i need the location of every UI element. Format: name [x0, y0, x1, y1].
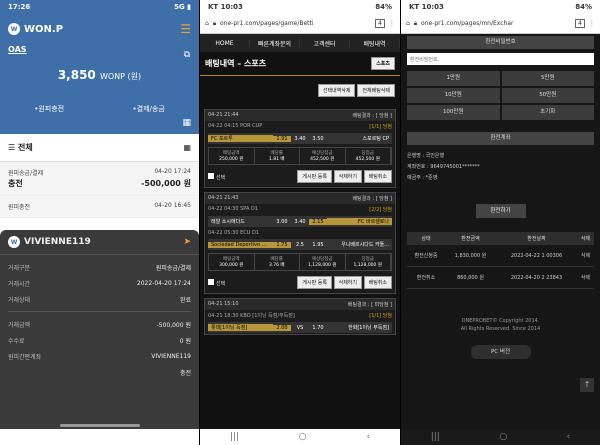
detail-row: 거래시간 2022-04-20 17:24	[8, 279, 191, 288]
cancel-bet-button[interactable]: 배팅취소	[363, 276, 392, 289]
modal-title: VIVIENNE119	[24, 237, 91, 247]
delete-button[interactable]: 삭제	[576, 245, 594, 267]
list-item[interactable]: 원피송금/결제 04-20 17:24 충전 -500,000 원	[0, 162, 199, 196]
delete-button[interactable]: 삭제하기	[333, 170, 362, 183]
android-nav: ||| ○ ‹	[401, 429, 600, 445]
filter-row[interactable]: ☰ 전체 ▦	[0, 134, 199, 162]
pc-version-button[interactable]: PC 버전	[470, 345, 531, 359]
recents-icon[interactable]: |||	[230, 432, 239, 442]
tab-count[interactable]: 4	[575, 19, 585, 28]
address-bar[interactable]: ⌂ 🔒︎ one-pr1.com/pages/mn/Exchar 4 ⋮	[401, 14, 600, 34]
tab-count[interactable]: 4	[375, 19, 385, 28]
send-icon[interactable]: ➤	[183, 237, 191, 247]
detail-row: 거래금액 -500,000 원	[8, 321, 191, 329]
amount-100k-button[interactable]: 10만원	[407, 88, 500, 103]
android-nav: ||| ○ ‹	[200, 429, 400, 445]
table-row: 환전신청중 1,830,000 원 2022-04-22 1 00306 삭제	[407, 245, 594, 267]
phone-bet-history: KT 10:03 84% ⌂ 🔒︎ one-pr1.com/pages/game/Be…	[200, 0, 400, 445]
password-label: 환전비밀번호	[407, 36, 594, 49]
sport-select[interactable]: 스포츠	[371, 57, 395, 70]
qr-icon[interactable]: ▦	[182, 118, 191, 128]
clock: 17:26	[8, 3, 31, 11]
top-nav: HOME 빠른계좌문의 고객센터 배팅내역	[200, 34, 400, 52]
menu-icon[interactable]: ☰	[180, 22, 191, 36]
home-icon[interactable]: ⌂	[406, 20, 410, 27]
copy-icon[interactable]: ⧉	[184, 50, 190, 60]
bet-card: 04-21 21:43 배팅결과 : [ 당첨 ] 04-22 04:30 SPA…	[204, 192, 396, 294]
delete-button[interactable]: 삭제	[576, 266, 594, 289]
logo-icon: W	[8, 23, 20, 35]
select-checkbox[interactable]: 선택	[208, 172, 225, 181]
home-icon[interactable]: ○	[499, 432, 507, 442]
nav-home[interactable]: HOME	[200, 39, 250, 47]
home-indicator[interactable]	[60, 424, 140, 427]
back-icon[interactable]: ‹	[366, 432, 370, 442]
amount-buttons: 1만원 5만원 10만원 50만원 100만원 초기화	[407, 71, 594, 120]
phone-wonp: 17:26 5G ▮ W WON.P ☰ OAS ⧉ 3,850 WONP (원) …	[0, 0, 199, 445]
amount-10k-button[interactable]: 1만원	[407, 71, 500, 86]
nav-quick-account[interactable]: 빠른계좌문의	[250, 38, 300, 48]
calendar-icon[interactable]: ▦	[183, 143, 191, 152]
recents-icon[interactable]: |||	[431, 432, 440, 442]
exchange-table: 상태 환전금액 환전날짜 삭제 환전신청중 1,830,000 원 2022-04-22 …	[407, 232, 594, 289]
logo-icon: W	[8, 236, 20, 248]
select-checkbox[interactable]: 선택	[208, 278, 225, 287]
lock-icon: 🔒︎	[413, 19, 418, 27]
delete-all-button[interactable]: 전체배팅삭제	[357, 84, 395, 97]
nav-bet-history[interactable]: 배팅내역	[350, 38, 400, 48]
balance: 3,850 WONP (원)	[57, 68, 142, 82]
scroll-top-icon[interactable]: ↑	[580, 378, 594, 392]
delete-button[interactable]: 삭제하기	[333, 276, 362, 289]
status-bar: KT 10:03 84%	[200, 0, 400, 14]
signal-indicator: 5G ▮	[174, 3, 191, 11]
wallet-header: W WON.P ☰ OAS ⧉ 3,850 WONP (원) •원피충전 •결제/…	[0, 14, 199, 134]
charge-link[interactable]: •원피충전	[34, 104, 64, 114]
footer: ONEPROBET© Copyright 2014. All Rights Res…	[460, 318, 541, 332]
bet-card: 04-21 15:10 배팅결과 : [ 미당첨 ] 04-21 18:30 KB…	[204, 298, 396, 335]
more-icon[interactable]: ⋮	[389, 20, 395, 27]
address-bar[interactable]: ⌂ 🔒︎ one-pr1.com/pages/game/Betti 4 ⋮	[200, 14, 400, 34]
password-input[interactable]: 환전비밀번호.	[407, 53, 594, 65]
table-row: 환전취소 860,000 원 2022-04-20 2 23843 삭제	[407, 266, 594, 289]
page-title: 배팅내역 – 스포츠	[205, 59, 267, 68]
pay-link[interactable]: •결제/송금	[133, 104, 165, 114]
detail-row: 충전	[179, 369, 191, 377]
nav-support[interactable]: 고객센터	[300, 38, 350, 48]
account-info: 은행명 : 국민은행 계좌번호 : 9649745001******* 예금주 : …	[407, 153, 480, 181]
post-button[interactable]: 게시판 등록	[297, 170, 332, 183]
amount-1m-button[interactable]: 100만원	[407, 105, 500, 120]
status-bar: 17:26 5G ▮	[0, 0, 199, 14]
app-brand: W WON.P	[8, 23, 63, 35]
delete-selected-button[interactable]: 선택내역삭제	[317, 84, 356, 97]
more-icon[interactable]: ⋮	[589, 20, 595, 27]
account-name[interactable]: OAS	[0, 36, 199, 54]
transaction-detail-sheet: W VIVIENNE119 ➤ 거래구분 원피송금/결제 거래시간 2022-04-20…	[0, 230, 199, 429]
account-label: 환전계좌	[407, 132, 594, 145]
detail-row: 수수료 0 원	[8, 337, 191, 345]
reset-button[interactable]: 초기화	[501, 105, 594, 120]
lock-icon: 🔒︎	[212, 19, 217, 27]
amount-50k-button[interactable]: 5만원	[501, 71, 594, 86]
exchange-button[interactable]: 환전하기	[475, 204, 526, 218]
status-bar: KT 10:03 84%	[401, 0, 600, 14]
cancel-bet-button[interactable]: 배팅취소	[363, 170, 392, 183]
detail-row: 거래구분 원피송금/결제	[8, 264, 191, 272]
detail-row: 원피간편계좌 VIVIENNE119	[8, 352, 191, 361]
post-button[interactable]: 게시판 등록	[297, 276, 332, 289]
home-icon[interactable]: ⌂	[205, 20, 209, 27]
detail-row: 거래상태 완료	[8, 296, 191, 304]
filter-icon[interactable]: ☰	[8, 143, 15, 152]
bet-card: 04-21 21:44 배팅결과 : [ 당첨 ] 04-22 04:15 POR…	[204, 109, 396, 188]
list-item[interactable]: 원피충전 04-20 16:45	[0, 196, 199, 218]
home-icon[interactable]: ○	[299, 432, 307, 442]
amount-500k-button[interactable]: 50만원	[501, 88, 594, 103]
back-icon[interactable]: ‹	[567, 432, 571, 442]
phone-exchange: KT 10:03 84% ⌂ 🔒︎ one-pr1.com/pages/mn/Exch…	[401, 0, 600, 445]
